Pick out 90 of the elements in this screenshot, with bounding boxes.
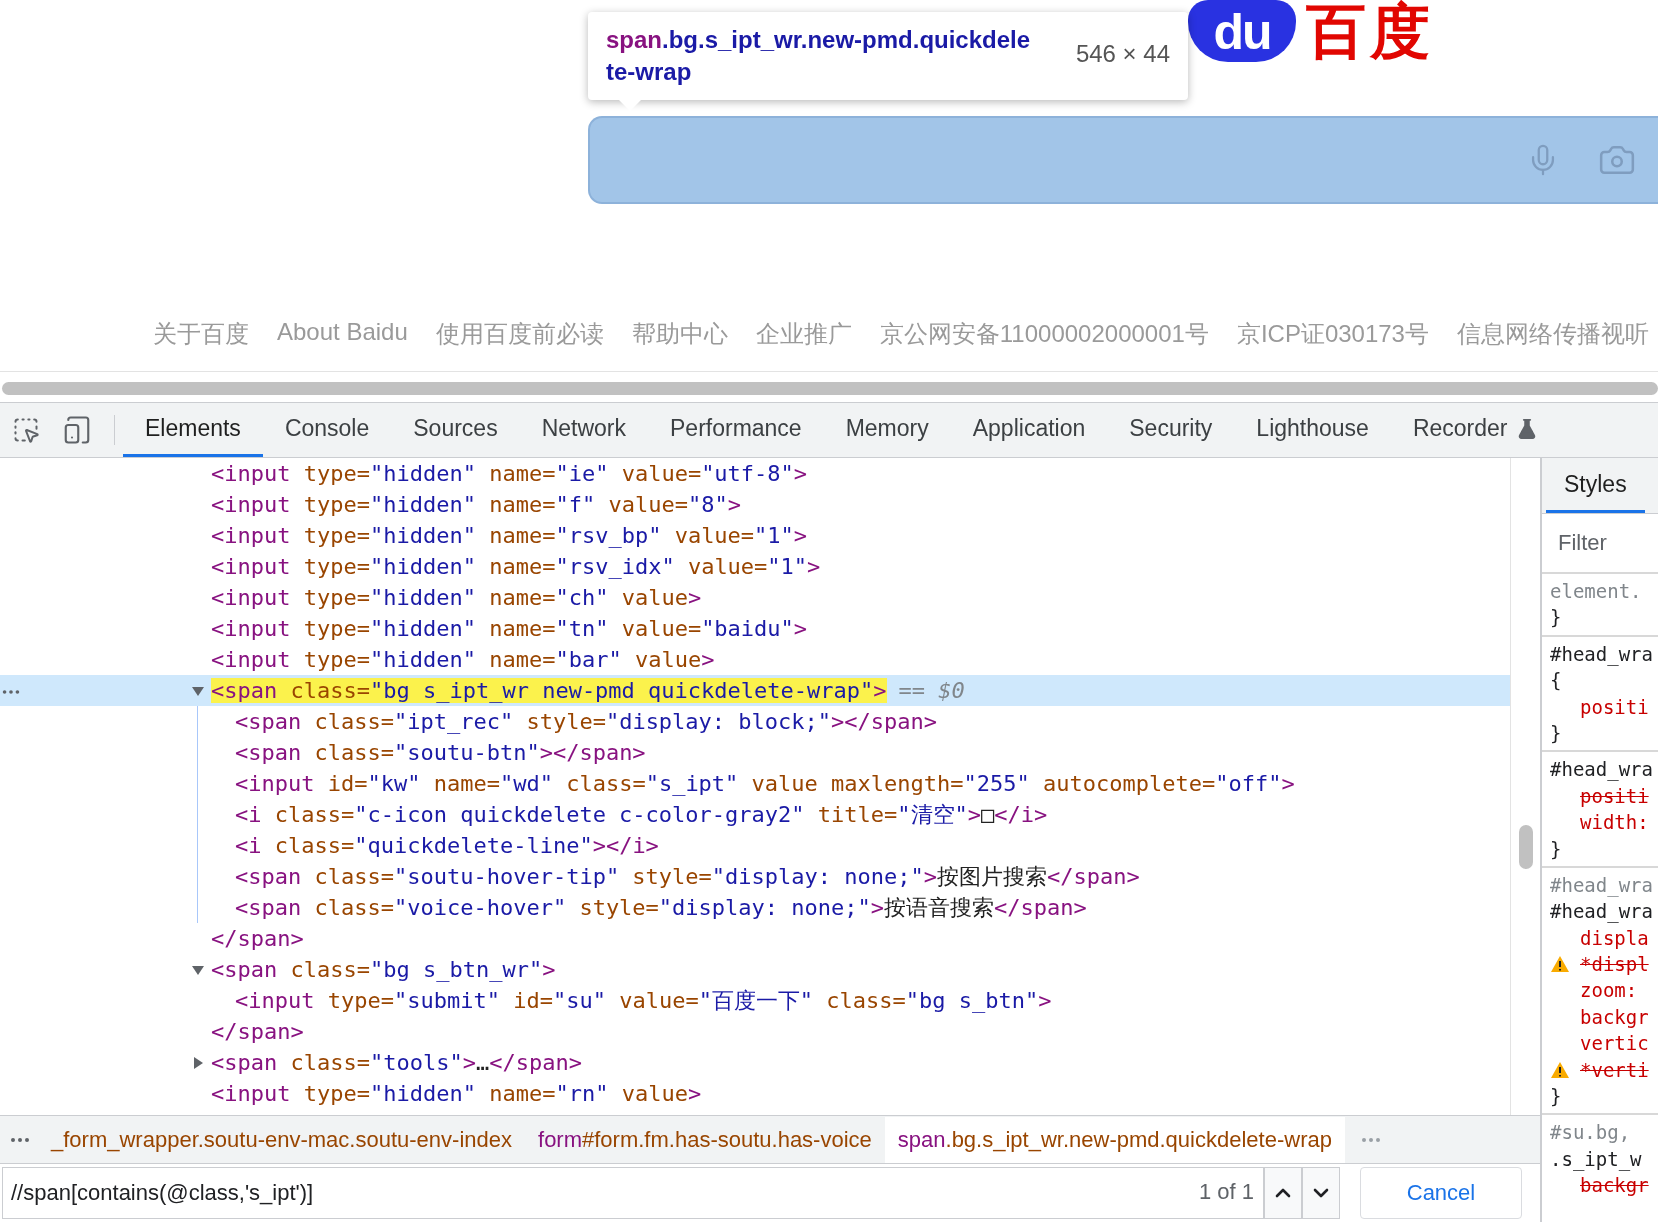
dom-tree-row[interactable]: <input type="hidden" name="rsv_idx" value="1">: [0, 551, 1510, 582]
dom-tree-row[interactable]: <span class="ipt_rec" style="display: block;"></span>: [0, 706, 1510, 737]
tooltip-selector: span.bg.s_ipt_wr.new-pmd.quickdelete-wrap: [606, 25, 1032, 87]
code-line: <span class="tools">…</span>: [211, 1050, 582, 1075]
match-count: 1 of 1: [1198, 1179, 1254, 1205]
code-line: </span>: [211, 1019, 304, 1044]
dom-tree-row[interactable]: <input type="submit" id="su" value="百度一下" class="bg s_btn">: [0, 985, 1510, 1016]
dom-tree-row[interactable]: <i class="quickdelete-line"></i>: [0, 830, 1510, 861]
logo-mark: du: [1188, 0, 1296, 62]
code-line: <input type="hidden" name="rn" value>: [211, 1081, 702, 1106]
dom-tree-row[interactable]: <span class="bg s_ipt_wr new-pmd quickdelete-wrap"> == $0: [0, 675, 1510, 706]
css-selector: element.: [1550, 580, 1642, 602]
dom-tree-row[interactable]: <input type="hidden" name="ch" value>: [0, 582, 1510, 613]
dom-tree-row[interactable]: <input type="hidden" name="rn" value>: [0, 1078, 1510, 1109]
dom-tree-row[interactable]: <span class="tools">…</span>: [0, 1047, 1510, 1078]
css-selector: .s_ipt_w: [1550, 1147, 1642, 1170]
css-property: width:: [1580, 811, 1649, 834]
breadcrumb[interactable]: form#form.fm.has-soutu.has-voice: [525, 1116, 885, 1163]
dom-tree-row[interactable]: <i class="c-icon quickdelete c-color-gray2" title="清空">□</i>: [0, 799, 1510, 830]
cancel-button[interactable]: Cancel: [1360, 1167, 1522, 1219]
dom-tree-row[interactable]: <span class="soutu-btn"></span>: [0, 737, 1510, 768]
code-line: <span class="voice-hover" style="display: none;">按语音搜索</span>: [235, 893, 1087, 922]
code-line: </span>: [211, 926, 304, 951]
code-line: <input type="hidden" name="ch" value>: [211, 585, 702, 610]
code-line: <span class="soutu-btn"></span>: [235, 740, 646, 765]
tooltip-size: 546 × 44: [1075, 40, 1170, 69]
devtools-tab[interactable]: Console: [262, 403, 392, 457]
css-brace: }: [1550, 837, 1562, 860]
dom-tree-row[interactable]: <input id="kw" name="wd" class="s_ipt" value maxlength="255" autocomplete="off">: [0, 768, 1510, 799]
devtools-tab[interactable]: Recorder: [1390, 403, 1560, 457]
css-property: vertic: [1580, 1032, 1649, 1055]
css-selector: #head_wra: [1550, 900, 1653, 923]
dom-tree-row[interactable]: </span>: [0, 923, 1510, 954]
code-line: <i class="c-icon quickdelete c-color-gray2" title="清空">□</i>: [235, 800, 1048, 829]
code-line: <input type="hidden" name="rsv_idx" value="1">: [211, 554, 821, 579]
collapsed-arrow-icon[interactable]: [191, 1055, 205, 1070]
code-line: <input type="hidden" name="f" value="8">: [211, 492, 741, 517]
devtools-tab[interactable]: Memory: [823, 403, 951, 457]
css-property: backgr: [1580, 1005, 1649, 1028]
logo-text: 百度: [1306, 2, 1434, 62]
css-property: zoom:: [1580, 979, 1638, 1002]
dom-tree-row[interactable]: <input type="hidden" name="tn" value="baidu">: [0, 613, 1510, 644]
css-brace: }: [1550, 1085, 1562, 1108]
css-property: displa: [1580, 926, 1649, 949]
scrollbar-thumb[interactable]: [1518, 825, 1533, 869]
dom-tree-row[interactable]: </span>: [0, 1016, 1510, 1047]
console-reference: == $0: [898, 678, 965, 703]
css-selector: #head_wra: [1550, 873, 1653, 896]
code-line: <span class="bg s_btn_wr">: [211, 957, 556, 982]
css-selector: #head_wra: [1550, 758, 1653, 781]
code-line: <input type="submit" id="su" value="百度一下" class="bg s_btn">: [235, 986, 1052, 1015]
code-line: <input id="kw" name="wd" class="s_ipt" value maxlength="255" autocomplete="off">: [235, 771, 1295, 796]
devtools-tab[interactable]: Security: [1107, 403, 1235, 457]
code-line: <input type="hidden" name="rsv_bp" value="1">: [211, 523, 808, 548]
code-line: <input type="hidden" name="tn" value="baidu">: [211, 616, 808, 641]
breadcrumb[interactable]: _form_wrapper.soutu-env-mac.soutu-env-index: [38, 1116, 525, 1163]
dom-tree-row[interactable]: <input type="hidden" name="bar" value>: [0, 644, 1510, 675]
css-selector: #head_wra: [1550, 642, 1653, 665]
css-selector: #su.bg,: [1550, 1121, 1631, 1144]
device-icon[interactable]: [62, 415, 92, 445]
devtools-tab[interactable]: Sources: [391, 403, 520, 457]
scrollbar-thumb[interactable]: [2, 382, 1658, 395]
devtools-tab[interactable]: Application: [950, 403, 1108, 457]
code-line: <i class="quickdelete-line"></i>: [235, 833, 659, 858]
dom-tree-row[interactable]: <input type="hidden" name="ie" value="utf-8">: [0, 458, 1510, 489]
devtools-tab[interactable]: Network: [519, 403, 648, 457]
dom-tree-row[interactable]: <input type="hidden" name="rsv_bp" value="1">: [0, 520, 1510, 551]
css-property: *verti: [1580, 1058, 1649, 1081]
dom-tree-row[interactable]: <span class="bg s_btn_wr">: [0, 954, 1510, 985]
dom-tree-row[interactable]: <input type="hidden" name="f" value="8">: [0, 489, 1510, 520]
breadcrumb[interactable]: span.bg.s_ipt_wr.new-pmd.quickdelete-wrap: [884, 1116, 1345, 1163]
inspect-icon[interactable]: [12, 416, 40, 444]
css-property: *displ: [1580, 953, 1649, 976]
code-line: <span class="soutu-hover-tip" style="display: none;">按图片搜索</span>: [235, 862, 1140, 891]
css-property: backgr: [1580, 1174, 1649, 1197]
devtools-tab[interactable]: Lighthouse: [1234, 403, 1391, 457]
code-line: <span class="ipt_rec" style="display: block;"></span>: [235, 709, 938, 734]
css-property: positi: [1580, 695, 1649, 718]
next-match-button[interactable]: [1302, 1167, 1340, 1219]
css-brace: }: [1550, 606, 1562, 629]
css-brace: }: [1550, 721, 1562, 744]
code-line: <input type="hidden" name="bar" value>: [211, 647, 715, 672]
css-property: positi: [1580, 784, 1649, 807]
dom-tree-row[interactable]: <span class="soutu-hover-tip" style="display: none;">按图片搜索</span>: [0, 861, 1510, 892]
devtools-tab[interactable]: Performance: [648, 403, 824, 457]
dom-tree-row[interactable]: <span class="voice-hover" style="display: none;">按语音搜索</span>: [0, 892, 1510, 923]
code-line: <input type="hidden" name="ie" value="utf-8">: [211, 461, 808, 486]
devtools-tab[interactable]: Elements: [123, 403, 263, 457]
previous-match-button[interactable]: [1264, 1167, 1302, 1219]
css-brace: {: [1550, 669, 1562, 692]
